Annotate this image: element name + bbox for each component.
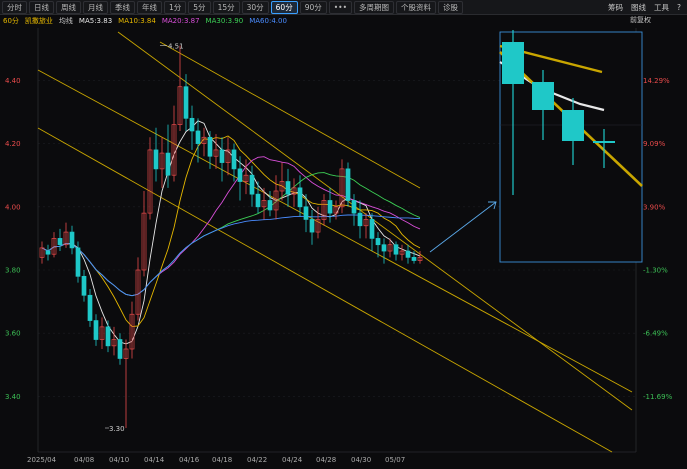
candle-body bbox=[285, 181, 291, 195]
left-tick-label: 4.00 bbox=[5, 203, 21, 211]
candle-body bbox=[267, 200, 273, 211]
candlestick-chart: 4.40 14.29% 4.20 9.09% 4.00 3.90% 3.80 -1.30% 3.… bbox=[5, 28, 673, 464]
left-tick-label: 4.20 bbox=[5, 140, 21, 148]
x-tick-label: 04/16 bbox=[179, 456, 200, 464]
candle-body bbox=[105, 326, 111, 347]
candle-body bbox=[57, 238, 63, 246]
x-tick-label: 04/08 bbox=[74, 456, 94, 464]
ma30-line bbox=[41, 172, 421, 297]
x-tick-label: 04/24 bbox=[282, 456, 303, 464]
candle-body bbox=[411, 257, 417, 261]
left-tick-label: 3.40 bbox=[5, 393, 21, 401]
candle-body bbox=[255, 193, 261, 208]
candle-body bbox=[303, 206, 309, 220]
zoom-pointer bbox=[429, 201, 497, 253]
candle-body bbox=[207, 136, 213, 157]
candle-body bbox=[117, 339, 123, 359]
right-tick-label: -6.49% bbox=[643, 330, 668, 338]
candle-body bbox=[81, 275, 87, 296]
zoom-candle-body bbox=[502, 42, 524, 84]
low-annotation: 3.30 bbox=[109, 425, 125, 433]
candle-body bbox=[381, 244, 387, 252]
ma60-line bbox=[41, 214, 421, 297]
x-tick-label: 04/22 bbox=[247, 456, 267, 464]
trend-channel-line bbox=[159, 41, 421, 189]
high-annotation: 4.51 bbox=[168, 43, 184, 51]
candle-body bbox=[393, 244, 399, 255]
zoom-candle-body bbox=[562, 110, 584, 141]
zoom-candle-body bbox=[593, 141, 615, 143]
candle-body bbox=[231, 149, 237, 170]
candle-body bbox=[309, 219, 315, 233]
right-tick-label: 14.29% bbox=[643, 77, 670, 85]
candle-body bbox=[249, 174, 255, 195]
candle-body bbox=[75, 247, 81, 277]
right-tick-label: -1.30% bbox=[643, 267, 668, 275]
candle-body bbox=[327, 200, 333, 214]
candle-body bbox=[45, 250, 51, 255]
candle-body bbox=[153, 149, 159, 170]
left-tick-label: 4.40 bbox=[5, 77, 21, 85]
right-tick-label: 9.09% bbox=[643, 140, 666, 148]
x-tick-label: 04/28 bbox=[316, 456, 336, 464]
candle-body bbox=[195, 130, 201, 144]
candle-body bbox=[351, 200, 357, 214]
ma5-line bbox=[41, 120, 421, 345]
ma20-line bbox=[41, 156, 421, 297]
candle-body bbox=[219, 149, 225, 163]
x-tick-label: 04/14 bbox=[144, 456, 165, 464]
right-tick-label: 3.90% bbox=[643, 203, 666, 211]
x-tick-label: 05/07 bbox=[385, 456, 405, 464]
candle-body bbox=[375, 238, 381, 246]
candle-body bbox=[165, 152, 171, 176]
candle-body bbox=[297, 187, 303, 208]
x-tick-label: 04/18 bbox=[212, 456, 232, 464]
ma10-line bbox=[41, 135, 421, 328]
zoom-candle-body bbox=[532, 82, 554, 110]
candle-body bbox=[69, 231, 75, 249]
x-tick-label: 04/10 bbox=[109, 456, 129, 464]
right-tick-label: -11.69% bbox=[643, 393, 673, 401]
x-tick-label: 2025/04 bbox=[27, 456, 57, 464]
candle-body bbox=[183, 86, 189, 119]
x-tick-label: 04/30 bbox=[351, 456, 371, 464]
candle-body bbox=[369, 219, 375, 239]
left-tick-label: 3.80 bbox=[5, 267, 21, 275]
left-tick-label: 3.60 bbox=[5, 330, 21, 338]
candle-body bbox=[357, 212, 363, 227]
candle-body bbox=[345, 168, 351, 201]
candle-body bbox=[189, 117, 195, 132]
candle-body bbox=[87, 294, 93, 321]
candle-body bbox=[93, 320, 99, 340]
candle-body bbox=[405, 250, 411, 258]
candle-body bbox=[237, 168, 243, 182]
